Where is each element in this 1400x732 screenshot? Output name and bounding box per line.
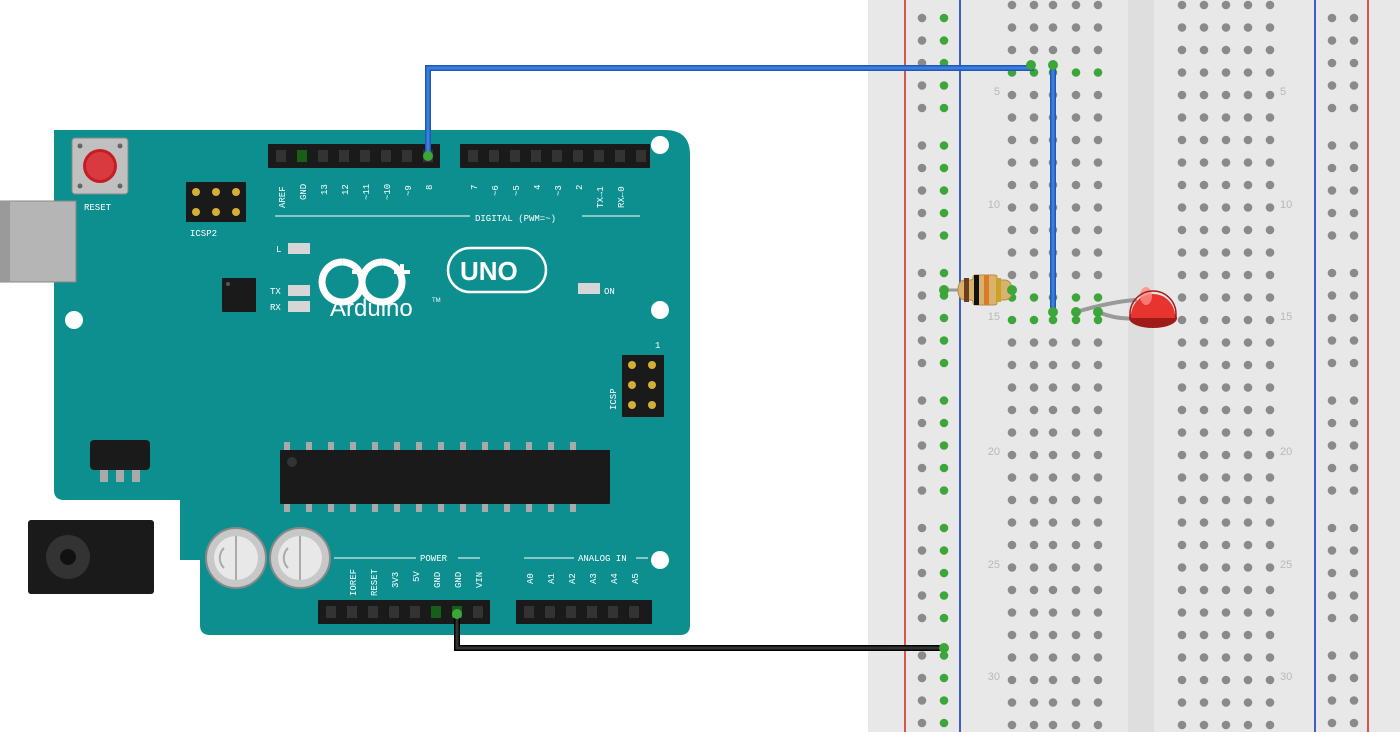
on-label: ON [604,287,615,297]
svg-text:~6: ~6 [491,185,501,196]
svg-text:RESET: RESET [370,568,380,596]
svg-text:2: 2 [575,185,585,190]
svg-text:4: 4 [533,185,543,190]
svg-text:~5: ~5 [512,185,522,196]
svg-text:IOREF: IOREF [349,569,359,596]
atmega-chip [280,442,610,512]
svg-text:GND: GND [454,572,464,588]
icsp2-label: ICSP2 [190,229,217,239]
svg-text:RX←0: RX←0 [617,186,627,208]
svg-text:10: 10 [1280,199,1292,211]
svg-text:10: 10 [988,199,1000,211]
svg-text:A0: A0 [526,573,536,584]
svg-text:30: 30 [1280,671,1292,683]
l-label: L [276,245,281,255]
svg-text:13: 13 [320,184,330,195]
reset-label: RESET [84,203,112,213]
arduino-brand: Arduino [330,295,413,322]
svg-text:3V3: 3V3 [391,572,401,588]
svg-text:20: 20 [988,446,1000,458]
svg-text:A2: A2 [568,573,578,584]
svg-text:A5: A5 [631,573,641,584]
icsp2-header [186,182,246,222]
svg-text:~11: ~11 [362,184,372,200]
svg-text:A1: A1 [547,573,557,584]
svg-text:~9: ~9 [404,185,414,196]
breadboard: 5 10 15 20 25 30 5 10 15 20 25 30 [868,0,1400,732]
digital-label: DIGITAL (PWM=~) [475,214,556,224]
digital-pins-right [468,150,646,162]
svg-text:30: 30 [988,671,1000,683]
analog-label: ANALOG IN [578,554,627,564]
svg-text:~10: ~10 [383,184,393,200]
svg-text:20: 20 [1280,446,1292,458]
svg-text:15: 15 [988,311,1000,323]
tx-label: TX [270,287,281,297]
svg-text:5: 5 [994,86,1000,98]
svg-text:5: 5 [1280,86,1286,98]
icsp-label: ICSP [609,388,619,410]
power-label: POWER [420,554,448,564]
svg-text:25: 25 [1280,559,1292,571]
arduino-uno-board: RESET ICSP2 L TX RX ON [0,130,690,635]
analog-header[interactable] [516,600,652,624]
svg-text:A3: A3 [589,573,599,584]
svg-text:A4: A4 [610,573,620,584]
icsp-header [622,355,664,417]
svg-text:GND: GND [433,572,443,588]
svg-text:TX→1: TX→1 [596,186,606,208]
svg-text:AREF: AREF [278,186,288,208]
circuit-diagram: RESET ICSP2 L TX RX ON [0,0,1400,732]
svg-text:~3: ~3 [554,185,564,196]
tm: TM [432,298,441,304]
svg-text:8: 8 [425,185,435,190]
svg-text:12: 12 [341,184,351,195]
svg-text:25: 25 [988,559,1000,571]
reset-button[interactable] [72,138,128,194]
svg-text:VIN: VIN [475,572,485,588]
svg-text:15: 15 [1280,311,1292,323]
svg-text:7: 7 [470,185,480,190]
svg-text:GND: GND [299,184,309,200]
power-header[interactable] [318,600,490,624]
uno-model: UNO [460,256,518,286]
icsp-1: 1 [655,341,660,351]
svg-text:5V: 5V [412,571,422,582]
rx-label: RX [270,303,281,313]
